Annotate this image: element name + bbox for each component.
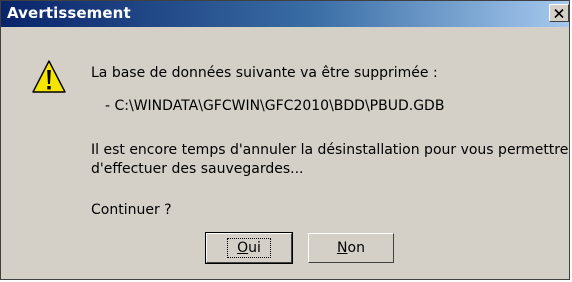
yes-accelerator: O [237, 240, 249, 256]
yes-label-rest: ui [248, 240, 261, 256]
warning-dialog: Avertissement La base de données suivant… [0, 0, 570, 280]
info-text-line1: Il est encore temps d'annuler la désinst… [91, 142, 569, 158]
close-icon [554, 8, 564, 18]
dialog-title: Avertissement [7, 4, 131, 22]
database-path: - C:\WINDATA\GFCWIN\GFC2010\BDD\PBUD.GDB [105, 98, 445, 114]
no-button-label: Non [337, 240, 365, 256]
no-accelerator: N [337, 239, 348, 256]
message-text: La base de données suivante va être supp… [91, 65, 438, 81]
warning-icon [32, 60, 66, 93]
no-button[interactable]: Non [308, 233, 394, 263]
info-text-line2: d'effectuer des sauvegardes... [91, 161, 304, 177]
yes-button[interactable]: Oui [205, 232, 293, 264]
close-button[interactable] [549, 4, 569, 22]
no-label-rest: on [347, 239, 365, 256]
yes-button-label: Oui [227, 238, 271, 258]
title-bar[interactable]: Avertissement [1, 1, 569, 27]
continue-question: Continuer ? [91, 202, 172, 218]
